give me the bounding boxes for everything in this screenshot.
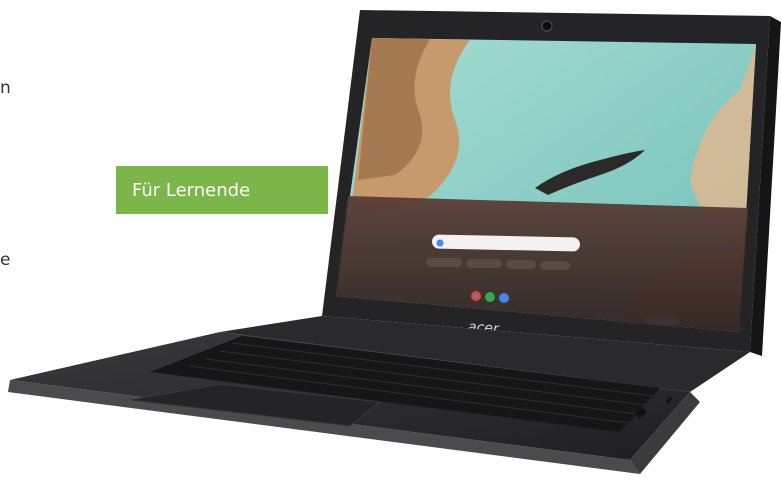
badge-label: Für Lernende [132, 179, 251, 201]
camera-icon [541, 20, 553, 32]
play-store-icon[interactable] [485, 292, 495, 302]
status-tray[interactable] [646, 317, 680, 325]
search-icon [436, 239, 444, 247]
docs-icon[interactable] [499, 293, 509, 303]
target-audience-badge: Für Lernende [116, 166, 328, 214]
laptop-photo: acer [8, 10, 781, 474]
display [336, 38, 756, 332]
